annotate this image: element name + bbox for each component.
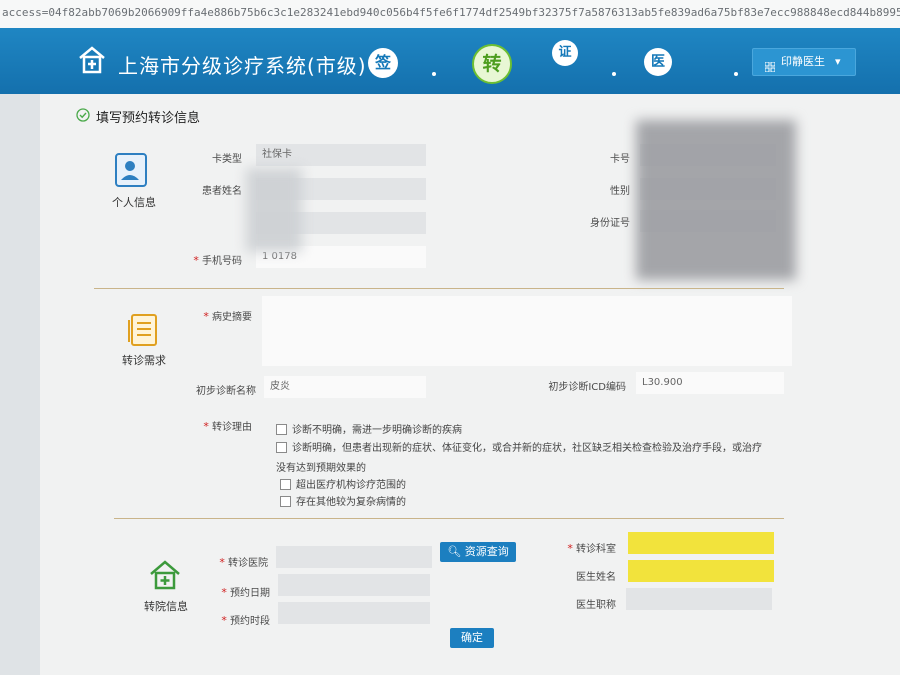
nav-dot [734, 72, 738, 76]
app-header: 上海市分级诊疗系统(市级) 签 转 证 医 印静医生 ▾ [0, 28, 900, 94]
history-label: * 病史摘要 [203, 310, 252, 323]
referral-need-label: 转诊需求 [122, 354, 166, 367]
check-circle-icon [76, 108, 90, 122]
reason-checkbox-1[interactable] [276, 424, 287, 435]
referral-icon[interactable]: 转 [472, 44, 512, 84]
department-label: * 转诊科室 [567, 542, 616, 555]
section-divider [114, 518, 784, 519]
card-no-label: 卡号 [610, 154, 630, 165]
user-name: 印静医生 [781, 55, 825, 68]
doctor-name-label: 医生姓名 [576, 572, 616, 583]
department-field[interactable] [628, 532, 774, 554]
date-field[interactable] [278, 574, 430, 596]
hospital-label: * 转诊医院 [219, 556, 268, 569]
reason-text-2: 诊断明确，但患者出现新的症状、体征变化，或合并新的症状，社区缺乏相关检查检验及治… [292, 443, 762, 454]
certificate-icon[interactable]: 证 [552, 40, 578, 66]
hospital-icon [150, 560, 180, 590]
gender-label: 性别 [610, 186, 630, 197]
transfer-info-label: 转院信息 [144, 600, 188, 613]
card-type-field[interactable]: 社保卡 [256, 144, 426, 166]
reason-text-4: 存在其他较为复杂病情的 [296, 497, 406, 508]
department-label-text: 转诊科室 [576, 544, 616, 555]
history-textarea[interactable] [262, 296, 792, 366]
resource-search-label: 资源查询 [464, 545, 509, 558]
personal-info-label: 个人信息 [112, 196, 156, 209]
time-slot-label-text: 预约时段 [230, 616, 270, 627]
privacy-blur [246, 168, 302, 252]
person-card-icon [115, 153, 147, 187]
reason-label: * 转诊理由 [203, 420, 252, 433]
reason-checkbox-3[interactable] [280, 479, 291, 490]
confirm-button[interactable]: 确定 [450, 628, 494, 648]
time-slot-label: * 预约时段 [221, 614, 270, 627]
sign-icon[interactable]: 签 [368, 48, 398, 78]
privacy-blur [636, 120, 796, 280]
grid-icon [764, 56, 776, 73]
icd-code-field[interactable]: L30.900 [636, 372, 784, 394]
search-icon: 🔍︎ [447, 545, 462, 558]
id-number-label: 身份证号 [590, 218, 630, 229]
phone-label-text: 手机号码 [202, 256, 242, 267]
history-label-text: 病史摘要 [212, 312, 252, 323]
date-label: * 预约日期 [221, 586, 270, 599]
hospital-label-text: 转诊医院 [228, 558, 268, 569]
phone-label: * 手机号码 [193, 254, 242, 267]
chevron-down-icon: ▾ [835, 55, 841, 68]
reason-label-text: 转诊理由 [212, 422, 252, 433]
hospital-field[interactable] [276, 546, 432, 568]
doctor-title-field[interactable] [626, 588, 772, 610]
app-title: 上海市分级诊疗系统(市级) [118, 54, 367, 78]
icd-code-label: 初步诊断ICD编码 [548, 382, 626, 393]
date-label-text: 预约日期 [230, 588, 270, 599]
medical-icon[interactable]: 医 [644, 48, 672, 76]
card-type-label: 卡类型 [212, 154, 242, 165]
reason-text-3: 超出医疗机构诊疗范围的 [296, 480, 406, 491]
section-divider [94, 288, 784, 289]
reason-checkbox-2[interactable] [276, 442, 287, 453]
resource-search-button[interactable]: 🔍︎ 资源查询 [440, 542, 516, 562]
reason-text-1: 诊断不明确，需进一步明确诊断的疾病 [292, 425, 462, 436]
doctor-name-field[interactable] [628, 560, 774, 582]
doctor-title-label: 医生职称 [576, 600, 616, 611]
diagnosis-name-field[interactable]: 皮炎 [264, 376, 426, 398]
patient-name-label: 患者姓名 [202, 186, 242, 197]
user-menu[interactable]: 印静医生 ▾ [752, 48, 856, 76]
home-logo-icon [79, 46, 105, 74]
document-list-icon [128, 314, 157, 346]
time-slot-field[interactable] [278, 602, 430, 624]
nav-dot [432, 72, 436, 76]
address-bar[interactable]: access=04f82abb7069b2066909ffa4e886b75b6… [0, 0, 900, 29]
reason-checkbox-4[interactable] [280, 496, 291, 507]
reason-text-2-cont: 没有达到预期效果的 [276, 463, 366, 474]
diagnosis-name-label: 初步诊断名称 [196, 386, 256, 397]
nav-dot [612, 72, 616, 76]
form-heading: 填写预约转诊信息 [96, 111, 201, 126]
